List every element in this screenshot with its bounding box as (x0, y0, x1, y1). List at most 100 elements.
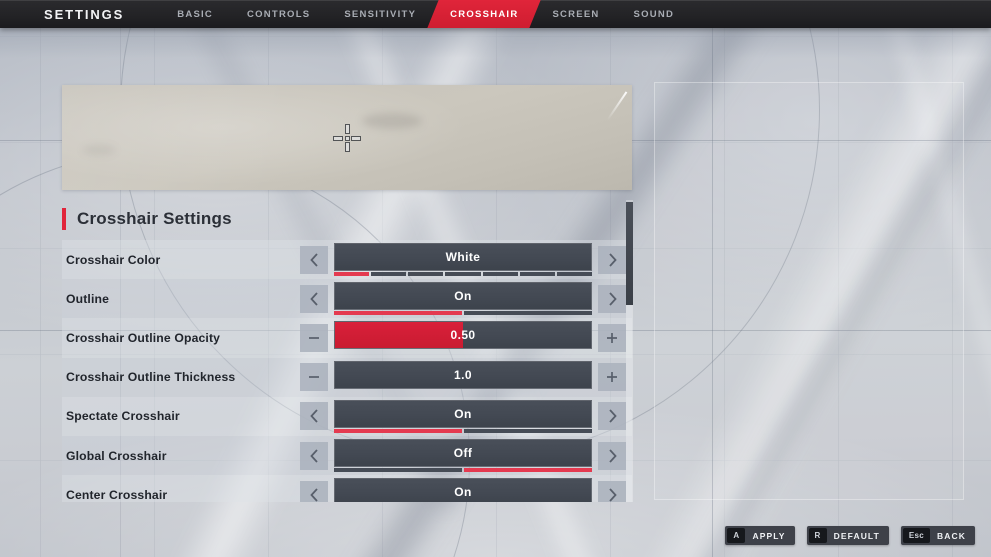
section-header: Crosshair Settings (62, 205, 232, 233)
prompt-back-button[interactable]: Esc BACK (900, 526, 975, 545)
setting-value-text: On (454, 485, 472, 500)
chevron-left-icon (309, 252, 320, 267)
settings-row[interactable]: Crosshair Outline Thickness 1.0 (62, 357, 632, 397)
setting-value-field[interactable]: Off (334, 439, 592, 473)
tab-controls[interactable]: CONTROLS (230, 0, 327, 28)
option-segment-indicator (334, 272, 592, 277)
next-option-button[interactable] (598, 402, 626, 431)
settings-header-bar: SETTINGS BASIC CONTROLS SENSITIVITY CROSSHA… (0, 0, 991, 28)
setting-value-field[interactable]: White (334, 243, 592, 277)
settings-row[interactable]: Global Crosshair Off (62, 435, 632, 476)
background-panel-outline (654, 82, 964, 500)
increment-button[interactable] (598, 323, 626, 352)
option-segment (464, 428, 592, 433)
tab-label: CROSSHAIR (450, 8, 519, 20)
prompt-action-label: BACK (937, 530, 966, 541)
option-display[interactable]: On (334, 478, 592, 502)
settings-row[interactable]: Spectate Crosshair On (62, 396, 632, 436)
setting-value-text: 0.50 (450, 328, 476, 343)
tab-screen[interactable]: SCREEN (535, 0, 616, 28)
tab-label: BASIC (177, 8, 214, 20)
prompt-key-badge: Esc (902, 528, 931, 543)
prompt-default-button[interactable]: R DEFAULT (806, 526, 889, 545)
setting-value-field[interactable]: 0.50 (334, 321, 592, 354)
tab-crosshair[interactable]: CROSSHAIR (433, 0, 535, 28)
settings-row[interactable]: Crosshair Color White (62, 240, 632, 280)
decrement-button[interactable] (300, 323, 328, 352)
option-display[interactable]: Off (334, 439, 592, 468)
setting-label: Crosshair Outline Opacity (66, 330, 221, 345)
next-option-button[interactable] (598, 480, 626, 502)
chevron-right-icon (607, 448, 618, 463)
section-heading-label: Crosshair Settings (77, 209, 232, 228)
settings-row[interactable]: Outline On (62, 279, 632, 319)
chevron-left-icon (309, 292, 320, 306)
option-segment (556, 272, 592, 277)
setting-control: On (300, 279, 626, 318)
previous-option-button[interactable] (300, 441, 328, 470)
option-segment (519, 272, 555, 277)
option-segment (482, 272, 518, 277)
next-option-button[interactable] (598, 245, 626, 274)
background-top-haze (0, 28, 991, 58)
tab-label: CONTROLS (247, 8, 311, 20)
slider-track[interactable]: 1.0 (334, 360, 592, 389)
decrement-button[interactable] (300, 363, 328, 392)
setting-value-text: On (454, 406, 472, 421)
setting-value-field[interactable]: On (334, 478, 592, 502)
setting-value-text: On (454, 289, 472, 304)
page-title: SETTINGS (44, 6, 125, 22)
previous-option-button[interactable] (300, 284, 328, 313)
option-segment (334, 311, 462, 316)
option-segment (408, 272, 444, 277)
option-segment (334, 468, 462, 473)
tab-label: SOUND (633, 8, 675, 20)
tab-basic[interactable]: BASIC (160, 0, 230, 28)
option-display[interactable]: On (334, 282, 592, 311)
minus-icon (307, 331, 321, 345)
tab-bar: BASIC CONTROLS SENSITIVITY CROSSHAIR SCREEN S… (160, 0, 691, 28)
next-option-button[interactable] (598, 284, 626, 313)
setting-value-text: Off (453, 446, 473, 461)
option-display[interactable]: On (334, 399, 592, 428)
setting-value-text: White (445, 250, 481, 265)
prompt-apply-button[interactable]: A APPLY (725, 526, 795, 545)
tab-sound[interactable]: SOUND (617, 0, 692, 28)
option-segment (334, 272, 370, 277)
setting-label: Outline (66, 291, 110, 306)
previous-option-button[interactable] (300, 480, 328, 502)
slider-track[interactable]: 0.50 (334, 321, 592, 350)
chevron-left-icon (309, 448, 320, 463)
setting-control: Off (300, 436, 626, 475)
setting-value-field[interactable]: 1.0 (334, 360, 592, 394)
increment-button[interactable] (598, 363, 626, 392)
setting-value-field[interactable]: On (334, 399, 592, 433)
settings-row[interactable]: Center Crosshair On (62, 475, 632, 502)
chevron-right-icon (607, 252, 618, 267)
plus-icon (605, 331, 619, 345)
prompt-action-label: APPLY (752, 530, 786, 541)
chevron-right-icon (607, 409, 618, 423)
option-display[interactable]: White (334, 243, 592, 272)
next-option-button[interactable] (598, 441, 626, 470)
setting-control: On (300, 475, 626, 502)
settings-scrollbar-thumb[interactable] (626, 202, 633, 305)
setting-control: 1.0 (300, 358, 626, 397)
tab-label: SCREEN (552, 8, 600, 20)
option-segment (445, 272, 481, 277)
action-prompt-bar: A APPLY R DEFAULT Esc BACK (725, 526, 975, 545)
setting-control: 0.50 (300, 318, 626, 357)
slider-fill (335, 322, 463, 349)
option-segment (334, 428, 462, 433)
setting-value-field[interactable]: On (334, 282, 592, 316)
settings-row[interactable]: Crosshair Outline Opacity 0.50 (62, 318, 632, 358)
tab-sensitivity[interactable]: SENSITIVITY (327, 0, 433, 28)
option-segment (464, 311, 592, 316)
option-segment (371, 272, 407, 277)
option-segment-indicator (334, 428, 592, 433)
prompt-key-badge: R (808, 528, 827, 543)
setting-label: Crosshair Color (66, 252, 161, 267)
previous-option-button[interactable] (300, 402, 328, 431)
previous-option-button[interactable] (300, 245, 328, 274)
settings-list[interactable]: Crosshair Color White Outline On Crosshair O… (62, 240, 632, 502)
